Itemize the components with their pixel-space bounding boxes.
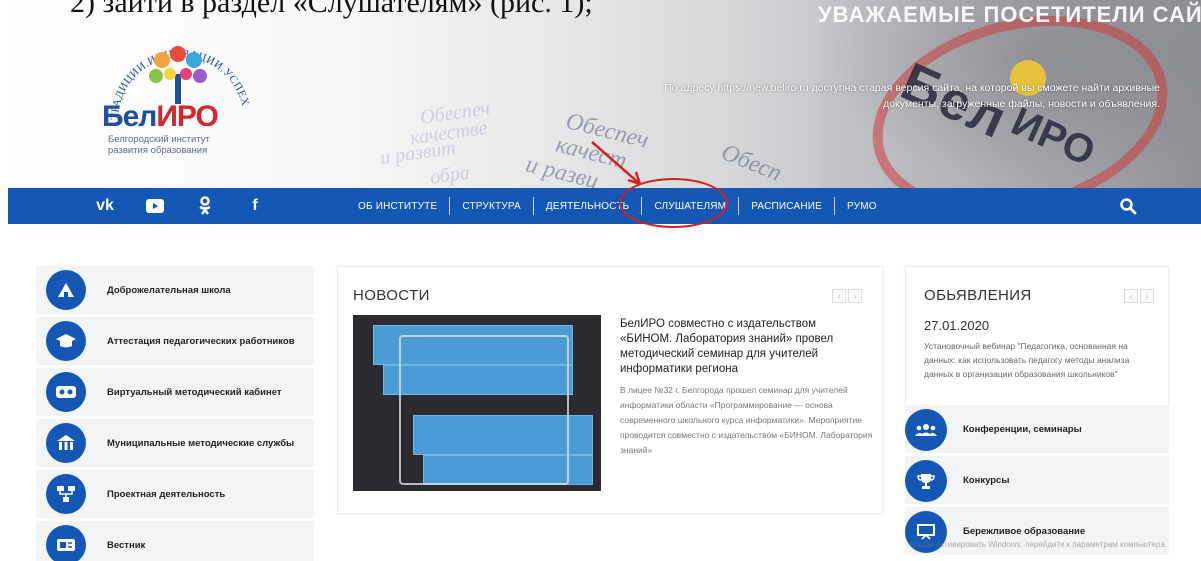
building-icon xyxy=(46,423,86,463)
annotation-highlight xyxy=(619,178,728,228)
sidebar-item-label: Виртуальный методический кабинет xyxy=(107,386,282,398)
search-icon[interactable] xyxy=(1119,197,1137,215)
sidebar-item-municipal-services[interactable]: Муниципальные методические службы xyxy=(36,419,314,467)
link-contests[interactable]: Конкурсы xyxy=(905,456,1169,504)
announcements-title: ОБЬЯВЛЕНИЯ xyxy=(924,287,1032,304)
banner-notice: По адресу https://new.beliro.ru доступна… xyxy=(664,82,1160,110)
news-headline[interactable]: БелИРО совместно с издательством «БИНОМ.… xyxy=(620,317,870,377)
announcements-next-button[interactable]: › xyxy=(1140,289,1154,303)
users-icon xyxy=(905,409,947,451)
logo-tree-icon xyxy=(149,46,207,104)
school-icon xyxy=(46,270,86,310)
announcements-panel: ОБЬЯВЛЕНИЯ ‹ › 27.01.2020 Установочный в… xyxy=(905,266,1169,406)
sidebar-item-label: Проектная деятельность xyxy=(107,488,226,500)
news-next-button[interactable]: › xyxy=(848,289,862,303)
banner-welcome: УВАЖАЕМЫЕ ПОСЕТИТЕЛИ САЙТА! xyxy=(818,2,1201,27)
photo-rack xyxy=(399,335,569,485)
left-sidebar: Доброжелательная школа Аттестация педаго… xyxy=(36,266,314,561)
sidebar-item-label: Вестник xyxy=(107,539,146,551)
sidebar-item-label: Доброжелательная школа xyxy=(107,284,231,296)
graduation-cap-icon xyxy=(46,321,86,361)
nav-item-rumo[interactable]: РУМО xyxy=(835,197,889,215)
sidebar-item-friendly-school[interactable]: Доброжелательная школа xyxy=(36,266,314,314)
announcements-pager: ‹ › xyxy=(1122,289,1154,303)
banner-watermark: Обесп xyxy=(717,139,786,187)
news-excerpt: В лицее №32 г. Белгорода прошел семинар … xyxy=(620,385,873,455)
facebook-icon[interactable]: f xyxy=(244,195,266,217)
logo-subtitle: Белгородский институт развития образован… xyxy=(108,134,210,156)
sitemap-icon xyxy=(46,474,86,514)
news-panel: НОВОСТИ ‹ › БелИРО совместно с издательс… xyxy=(337,266,883,514)
windows-activation-notice: Чтобы активировать Windows, перейдите к … xyxy=(910,540,1167,549)
sidebar-item-bulletin[interactable]: Вестник xyxy=(36,521,314,561)
main-nav: vk f ОБ ИНСТИТУТЕ СТРУКТУРА ДЕЯТЕЛЬНОСТЬ… xyxy=(8,188,1201,224)
news-photo[interactable] xyxy=(353,315,601,491)
news-pager: ‹ › xyxy=(830,289,862,303)
youtube-icon[interactable] xyxy=(144,195,166,217)
site-logo[interactable]: ТРАДИЦИИ.ИННОВАЦИИ.УСПЕХ БелИРО Белгород… xyxy=(100,14,260,164)
odnoklassniki-icon[interactable] xyxy=(194,195,216,217)
newspaper-icon xyxy=(46,525,86,561)
sidebar-item-virtual-cabinet[interactable]: Виртуальный методический кабинет xyxy=(36,368,314,416)
nav-item-about[interactable]: ОБ ИНСТИТУТЕ xyxy=(358,197,451,215)
announcements-prev-button[interactable]: ‹ xyxy=(1124,289,1138,303)
vr-headset-icon xyxy=(46,372,86,412)
nav-item-schedule[interactable]: РАСПИСАНИЕ xyxy=(739,197,836,215)
social-links: vk f xyxy=(94,195,294,217)
link-label: Бережливое образование xyxy=(963,525,1086,537)
link-label: Конкурсы xyxy=(963,474,1010,486)
sidebar-item-label: Аттестация педагогических работников xyxy=(107,335,295,347)
sidebar-item-attestation[interactable]: Аттестация педагогических работников xyxy=(36,317,314,365)
trophy-icon xyxy=(905,460,947,502)
logo-name: БелИРО xyxy=(102,100,219,133)
link-conferences[interactable]: Конференции, семинары xyxy=(905,405,1169,453)
vk-icon[interactable]: vk xyxy=(94,195,116,217)
sidebar-item-label: Муниципальные методические службы xyxy=(107,437,295,449)
document-caption: 2) зайти в раздел «Слушателям» (рис. 1); xyxy=(70,0,593,19)
news-title: НОВОСТИ xyxy=(353,287,430,304)
banner-watermark: обра xyxy=(428,161,472,189)
announcement-text[interactable]: Установочный вебинар "Педагогика, основа… xyxy=(924,339,1156,381)
news-prev-button[interactable]: ‹ xyxy=(832,289,846,303)
sidebar-item-projects[interactable]: Проектная деятельность xyxy=(36,470,314,518)
link-label: Конференции, семинары xyxy=(963,423,1082,435)
announcement-date: 27.01.2020 xyxy=(924,318,990,333)
nav-item-structure[interactable]: СТРУКТУРА xyxy=(450,197,534,215)
right-links: Конференции, семинары Конкурсы Бережливо… xyxy=(905,405,1169,558)
